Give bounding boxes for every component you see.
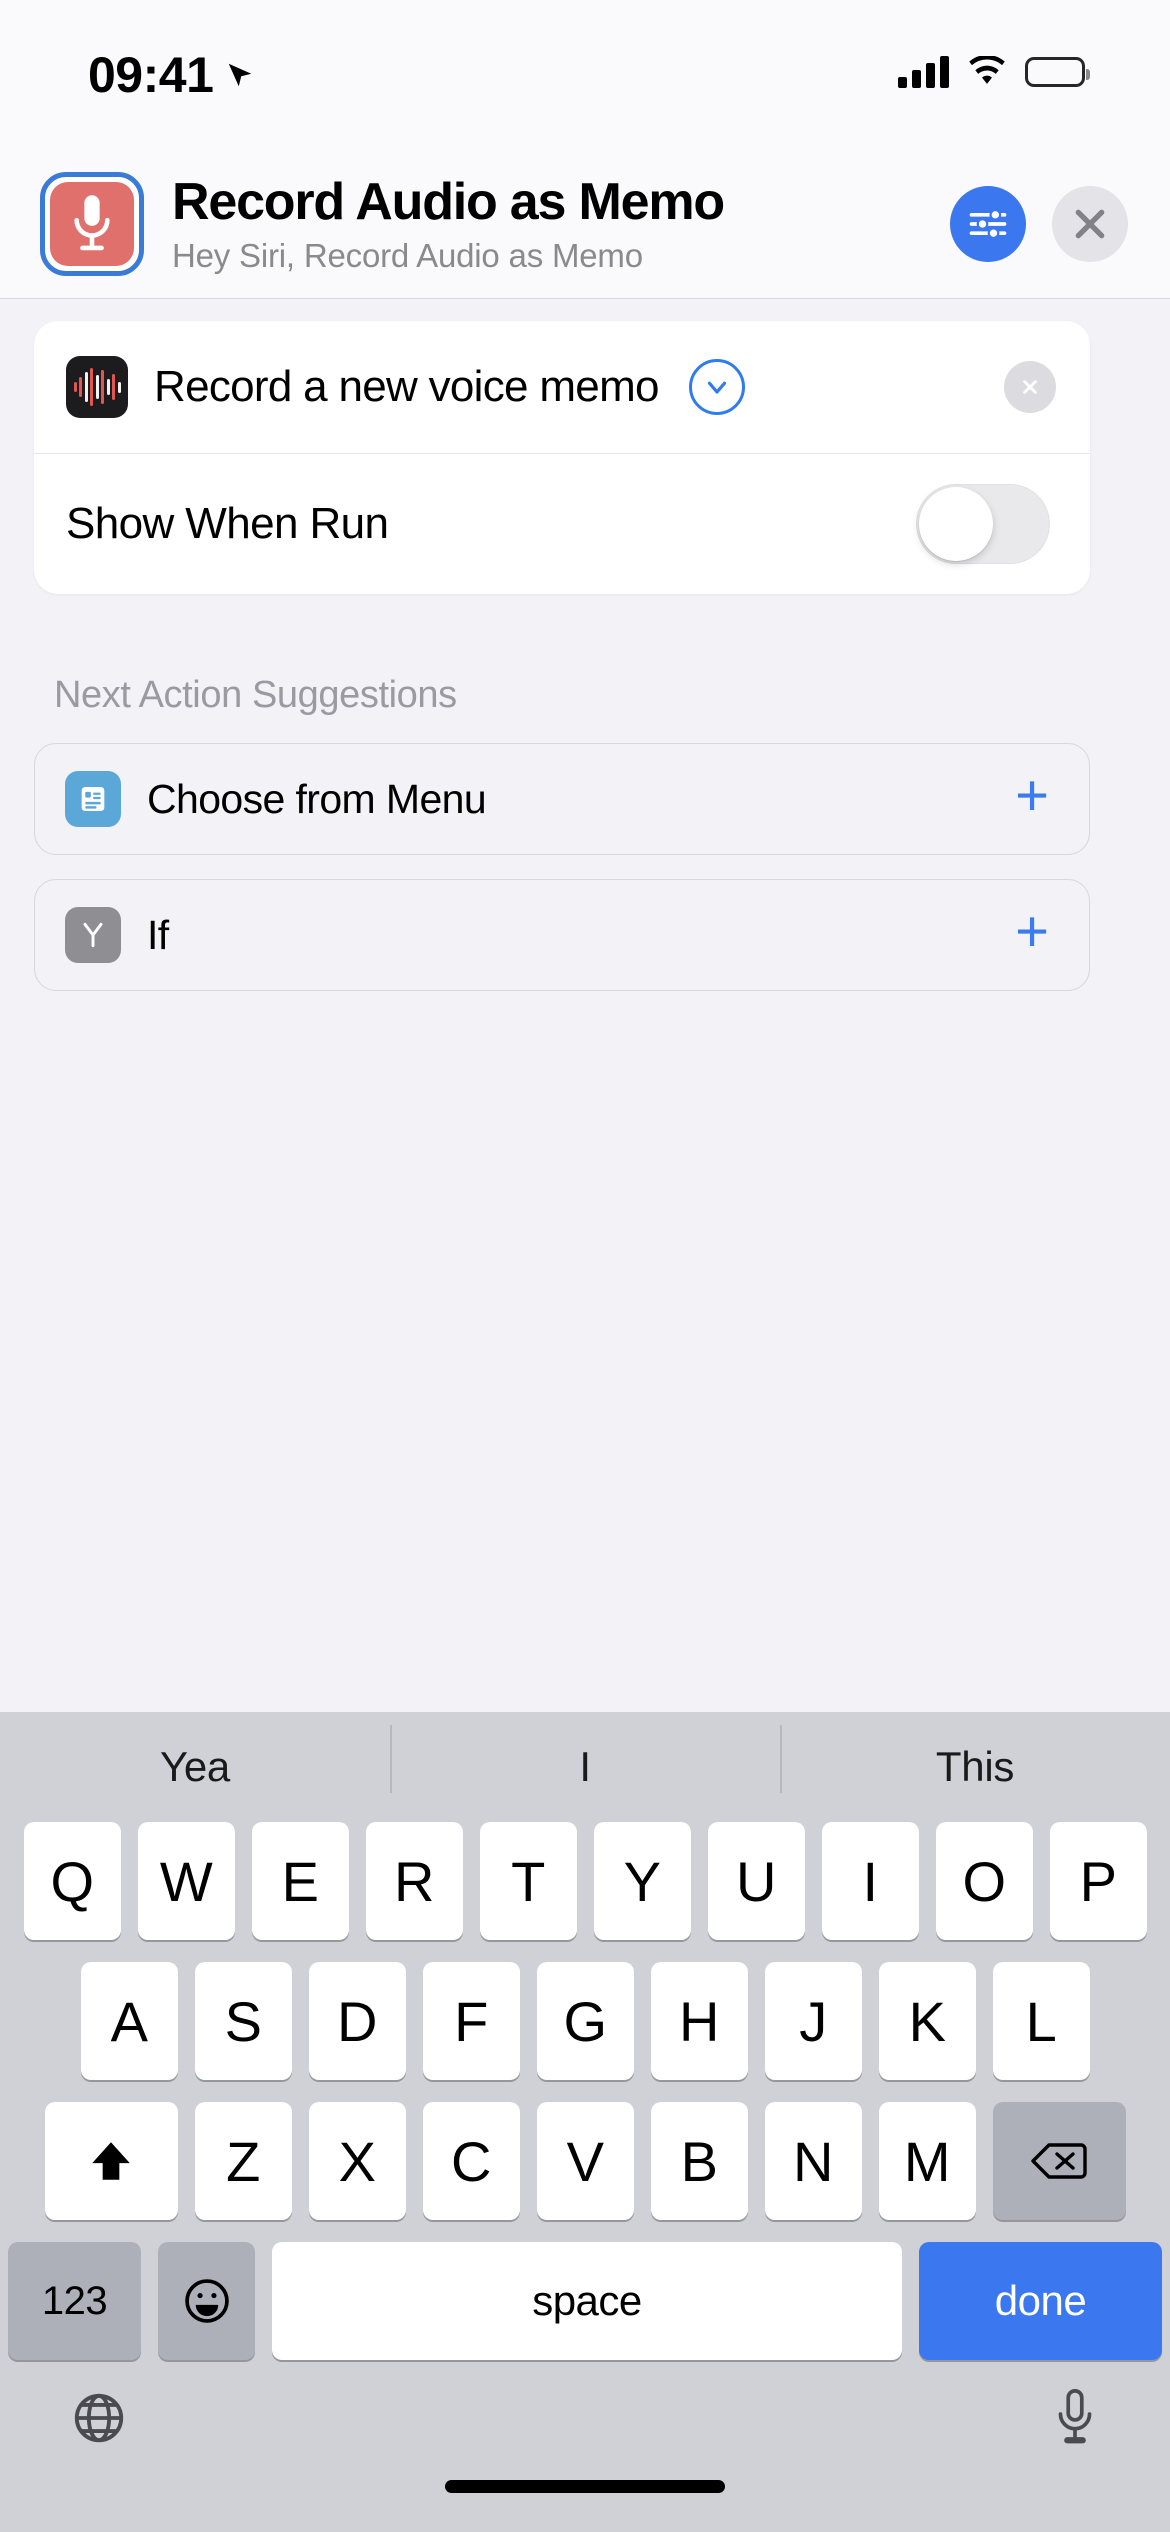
header-buttons — [950, 186, 1128, 262]
backspace-key[interactable] — [992, 2102, 1126, 2220]
status-bar-right — [898, 50, 1090, 88]
globe-key[interactable] — [70, 2389, 128, 2452]
phone-screen: 09:41 Record Audio as Memo Hey Siri, Rec… — [0, 0, 1170, 2532]
key-z[interactable]: Z — [194, 2102, 292, 2220]
battery-full-icon — [1025, 57, 1090, 87]
shortcut-app-icon[interactable] — [40, 172, 144, 276]
key-a[interactable]: A — [80, 1962, 178, 2080]
keyboard-row-4: 123 space done — [0, 2242, 1170, 2360]
key-l[interactable]: L — [992, 1962, 1090, 2080]
key-b[interactable]: B — [650, 2102, 748, 2220]
action-row-record-memo[interactable]: Record a new voice memo — [34, 321, 1090, 453]
action-remove-button[interactable] — [1004, 361, 1056, 413]
globe-icon — [74, 2393, 124, 2442]
shift-key[interactable] — [44, 2102, 178, 2220]
microphone-icon — [74, 195, 110, 251]
plus-icon[interactable]: + — [1015, 903, 1049, 961]
keyboard-row-2: A S D F G H J K L — [0, 1962, 1170, 2080]
home-indicator[interactable] — [445, 2480, 725, 2493]
action-title: Record a new voice memo — [154, 362, 659, 411]
show-when-run-label: Show When Run — [66, 499, 389, 548]
key-p[interactable]: P — [1049, 1822, 1147, 1940]
key-f[interactable]: F — [422, 1962, 520, 2080]
key-t[interactable]: T — [479, 1822, 577, 1940]
shortcut-close-button[interactable] — [1052, 186, 1128, 262]
key-v[interactable]: V — [536, 2102, 634, 2220]
show-when-run-toggle[interactable] — [916, 484, 1050, 564]
emoji-key[interactable] — [158, 2242, 255, 2360]
home-indicator-area — [0, 2480, 1170, 2532]
chevron-down-icon — [707, 381, 726, 394]
cellular-bars-icon — [898, 56, 949, 88]
keyboard-row-3: Z X C V B N M — [0, 2102, 1170, 2220]
keyboard-row-1: Q W E R T Y U I O P — [0, 1822, 1170, 1940]
key-u[interactable]: U — [707, 1822, 805, 1940]
key-n[interactable]: N — [764, 2102, 862, 2220]
key-j[interactable]: J — [764, 1962, 862, 2080]
shortcut-siri-phrase: Hey Siri, Record Audio as Memo — [172, 236, 643, 274]
key-x[interactable]: X — [308, 2102, 406, 2220]
key-e[interactable]: E — [251, 1822, 349, 1940]
settings-sliders-icon — [969, 208, 1007, 240]
keyboard-bottom-bar — [0, 2360, 1170, 2480]
suggestion-choose-from-menu[interactable]: Choose from Menu + — [34, 743, 1090, 855]
wifi-icon — [969, 56, 1005, 84]
action-expand-button[interactable] — [688, 359, 745, 415]
on-screen-keyboard: Yea I This Q W E R T Y U I O P A S D F G… — [0, 1712, 1170, 2532]
key-i[interactable]: I — [821, 1822, 919, 1940]
key-g[interactable]: G — [536, 1962, 634, 2080]
branch-if-icon — [65, 907, 121, 963]
prediction-bar: Yea I This — [0, 1712, 1170, 1822]
status-time: 09:41 — [88, 47, 214, 103]
shortcut-header: Record Audio as Memo Hey Siri, Record Au… — [0, 150, 1170, 299]
plus-icon[interactable]: + — [1015, 767, 1049, 825]
shortcut-settings-button[interactable] — [950, 186, 1026, 262]
show-when-run-row[interactable]: Show When Run — [34, 454, 1090, 594]
shortcut-title: Record Audio as Memo — [172, 173, 725, 232]
key-d[interactable]: D — [308, 1962, 406, 2080]
shortcut-header-text: Record Audio as Memo Hey Siri, Record Au… — [172, 173, 950, 274]
location-arrow-icon — [229, 63, 252, 87]
close-x-icon — [1075, 209, 1105, 239]
space-key[interactable]: space — [272, 2242, 902, 2360]
key-w[interactable]: W — [137, 1822, 235, 1940]
status-bar: 09:41 — [0, 0, 1170, 150]
numbers-key[interactable]: 123 — [8, 2242, 141, 2360]
suggestion-label: Choose from Menu — [147, 775, 487, 822]
shift-arrow-icon — [92, 2142, 130, 2180]
remove-x-icon — [1023, 380, 1037, 394]
status-bar-left: 09:41 — [88, 50, 255, 100]
emoji-smiley-icon — [184, 2279, 229, 2323]
key-r[interactable]: R — [365, 1822, 463, 1940]
key-h[interactable]: H — [650, 1962, 748, 2080]
shortcut-editor-body: Record a new voice memo Show When Run Ne… — [0, 299, 1170, 1712]
key-o[interactable]: O — [935, 1822, 1033, 1940]
key-m[interactable]: M — [878, 2102, 976, 2220]
key-k[interactable]: K — [878, 1962, 976, 2080]
key-c[interactable]: C — [422, 2102, 520, 2220]
key-s[interactable]: S — [194, 1962, 292, 2080]
backspace-icon — [1031, 2143, 1087, 2179]
prediction-1[interactable]: Yea — [0, 1743, 390, 1791]
next-action-suggestions-label: Next Action Suggestions — [54, 674, 457, 716]
microphone-icon — [1058, 2388, 1092, 2443]
action-card: Record a new voice memo Show When Run — [34, 321, 1090, 594]
prediction-2[interactable]: I — [390, 1725, 780, 1793]
suggestion-if[interactable]: If + — [34, 879, 1090, 991]
dictation-key[interactable] — [1050, 2387, 1100, 2454]
key-q[interactable]: Q — [23, 1822, 121, 1940]
voice-memos-waveform-icon — [66, 356, 128, 418]
prediction-3[interactable]: This — [780, 1725, 1170, 1793]
key-y[interactable]: Y — [593, 1822, 691, 1940]
suggestion-label: If — [147, 911, 169, 958]
return-done-key[interactable]: done — [919, 2242, 1162, 2360]
menu-list-icon — [65, 771, 121, 827]
